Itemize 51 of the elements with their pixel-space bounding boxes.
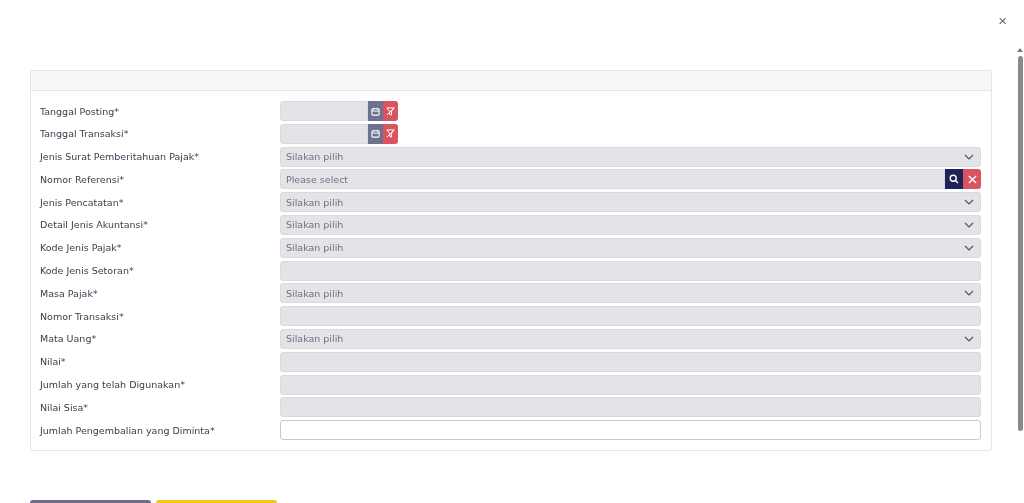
date-field[interactable] <box>280 101 368 121</box>
select-field[interactable]: Silakan pilih <box>280 146 981 167</box>
field-label: Jenis Pencatatan* <box>40 196 125 208</box>
chevron-down-icon <box>964 153 974 160</box>
field-label: Tanggal Posting* <box>40 105 120 117</box>
lookup-field[interactable]: Please select <box>280 169 945 190</box>
chevron-down-icon <box>964 199 974 206</box>
select-field[interactable]: Silakan pilih <box>280 237 981 258</box>
select-field[interactable]: Silakan pilih <box>280 192 981 213</box>
select-placeholder: Silakan pilih <box>286 219 344 231</box>
field-label: Kode Jenis Pajak* <box>40 242 123 254</box>
select-field[interactable]: Silakan pilih <box>280 215 981 235</box>
close-button[interactable]: × <box>998 12 1007 30</box>
clear-button[interactable] <box>963 169 981 190</box>
search-icon <box>949 174 959 185</box>
field-label: Jumlah Pengembalian yang Diminta* <box>40 424 216 436</box>
field-label: Nilai* <box>40 356 67 368</box>
close-icon <box>967 174 977 184</box>
select-placeholder: Silakan pilih <box>286 196 344 208</box>
field-label: Nilai Sisa* <box>40 401 90 413</box>
select-placeholder: Silakan pilih <box>286 287 344 299</box>
chevron-down-icon <box>964 290 974 297</box>
lookup-placeholder: Please select <box>286 173 349 185</box>
field-label: Detail Jenis Akuntansi* <box>40 219 149 231</box>
calendar-button[interactable] <box>368 101 383 121</box>
select-placeholder: Silakan pilih <box>286 333 344 345</box>
field-label: Jumlah yang telah Digunakan* <box>40 379 186 391</box>
search-button[interactable] <box>945 169 963 190</box>
chevron-down-icon <box>964 244 974 251</box>
filter-clear-icon <box>386 129 395 139</box>
calendar-button[interactable] <box>368 123 383 144</box>
field-label: Nomor Transaksi* <box>40 310 125 322</box>
calendar-icon <box>371 106 380 116</box>
clear-filter-button[interactable] <box>383 123 398 144</box>
field-label: Kode Jenis Setoran* <box>40 265 135 277</box>
date-field[interactable] <box>280 123 368 144</box>
filter-clear-icon <box>386 106 395 116</box>
chevron-down-icon <box>964 335 974 342</box>
field-label: Nomor Referensi* <box>40 173 126 185</box>
text-field[interactable] <box>280 420 981 441</box>
calendar-icon <box>371 129 380 139</box>
clear-filter-button[interactable] <box>383 101 398 121</box>
field-label: Jenis Surat Pemberitahuan Pajak* <box>40 151 200 163</box>
chevron-down-icon <box>964 222 974 228</box>
field-label: Masa Pajak* <box>40 287 99 299</box>
select-field[interactable]: Silakan pilih <box>280 283 981 304</box>
select-field[interactable]: Silakan pilih <box>280 328 981 349</box>
field-label: Mata Uang* <box>40 333 98 345</box>
field-label: Tanggal Transaksi* <box>40 128 130 140</box>
select-placeholder: Silakan pilih <box>286 242 344 254</box>
select-placeholder: Silakan pilih <box>286 151 344 163</box>
